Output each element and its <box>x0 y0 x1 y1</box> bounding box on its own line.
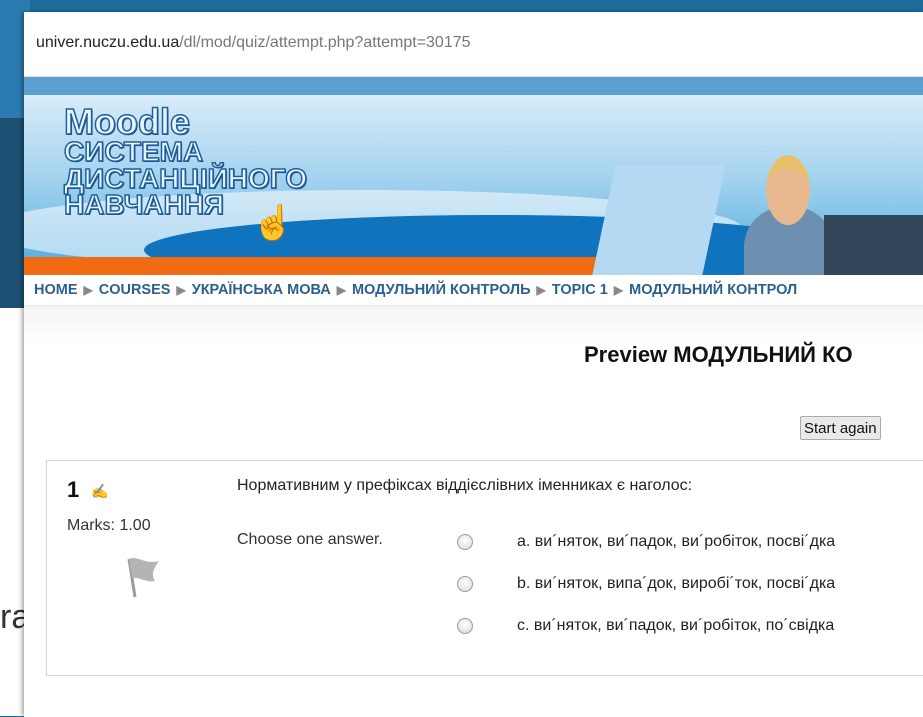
url-host: univer.nuczu.edu.ua <box>36 34 180 51</box>
breadcrumb-separator-icon: ▶ <box>83 283 93 297</box>
answer-option-c[interactable]: c. ви´няток, ви´падок, ви´робіток, по´св… <box>457 617 923 637</box>
option-label-c[interactable]: c. ви´няток, ви´падок, ви´робіток, по´св… <box>517 617 834 635</box>
question-number: 1 <box>67 477 80 502</box>
question-text: Нормативним у префіксах віддієслівних ім… <box>237 477 693 494</box>
breadcrumb-separator-icon: ▶ <box>536 283 546 297</box>
hand-cursor-icon: ☝ <box>251 204 295 243</box>
radio-option-a[interactable] <box>457 534 473 550</box>
person-head <box>766 155 810 225</box>
site-logo[interactable]: Moodle СИСТЕМА ДИСТАНЦІЙНОГО НАВЧАННЯ <box>63 101 308 220</box>
desk-graphic <box>824 215 923 275</box>
option-label-a[interactable]: a. ви´няток, ви´падок, ви´робіток, посві… <box>517 533 835 551</box>
breadcrumb-section[interactable]: МОДУЛЬНИЙ КОНТРОЛЬ <box>352 282 531 298</box>
question-box: 1 ✍ Marks: 1.00 Нормативним у префіксах … <box>46 460 923 676</box>
breadcrumb-courses[interactable]: COURSES <box>99 282 171 298</box>
address-bar[interactable]: univer.nuczu.edu.ua/dl/mod/quiz/attempt.… <box>24 12 923 77</box>
page-title: Preview МОДУЛЬНИЙ КО <box>584 342 853 367</box>
answer-option-a[interactable]: a. ви´няток, ви´падок, ви´робіток, посві… <box>457 533 923 553</box>
header-strip <box>24 77 923 95</box>
question-marks: Marks: 1.00 <box>67 517 151 534</box>
breadcrumb-separator-icon: ▶ <box>336 283 346 297</box>
answer-option-b[interactable]: b. ви´няток, випа´док, виробі´ток, посві… <box>457 575 923 595</box>
breadcrumb-separator-icon: ▶ <box>613 283 624 297</box>
breadcrumb-home[interactable]: HOME <box>34 282 78 298</box>
url-text[interactable]: univer.nuczu.edu.ua/dl/mod/quiz/attempt.… <box>36 34 471 52</box>
laptop-graphic <box>592 165 726 275</box>
option-label-b[interactable]: b. ви´няток, випа´док, виробі´ток, посві… <box>517 575 835 593</box>
site-banner: Moodle СИСТЕМА ДИСТАНЦІЙНОГО НАВЧАННЯ ☝ <box>24 95 923 275</box>
flag-icon[interactable] <box>123 553 163 604</box>
answer-prompt: Choose one answer. <box>237 531 383 548</box>
radio-option-b[interactable] <box>457 576 473 592</box>
start-again-button[interactable]: Start again <box>800 416 881 440</box>
radio-option-c[interactable] <box>457 618 473 634</box>
breadcrumb-course[interactable]: УКРАЇНСЬКА МОВА <box>192 282 331 298</box>
breadcrumb-separator-icon: ▶ <box>176 283 186 297</box>
banner-orange-stripe <box>24 257 644 275</box>
breadcrumb-topic[interactable]: TOPIC 1 <box>552 282 608 298</box>
breadcrumb-quiz[interactable]: МОДУЛЬНИЙ КОНТРОЛ <box>629 282 797 298</box>
person-photo <box>744 155 834 275</box>
logo-line-1: Moodle <box>63 101 190 142</box>
edit-icon[interactable]: ✍ <box>91 483 108 500</box>
url-path: /dl/mod/quiz/attempt.php?attempt=30175 <box>179 34 471 51</box>
logo-line-3: ДИСТАНЦІЙНОГО <box>63 162 308 194</box>
breadcrumb: HOME ▶ COURSES ▶ УКРАЇНСЬКА МОВА ▶ МОДУЛЬНИЙ К… <box>24 275 923 306</box>
main-content: Preview МОДУЛЬНИЙ КО Start again 1 ✍ Mar… <box>24 306 923 717</box>
browser-window: univer.nuczu.edu.ua/dl/mod/quiz/attempt.… <box>24 12 923 717</box>
logo-line-2: СИСТЕМА <box>63 136 204 168</box>
